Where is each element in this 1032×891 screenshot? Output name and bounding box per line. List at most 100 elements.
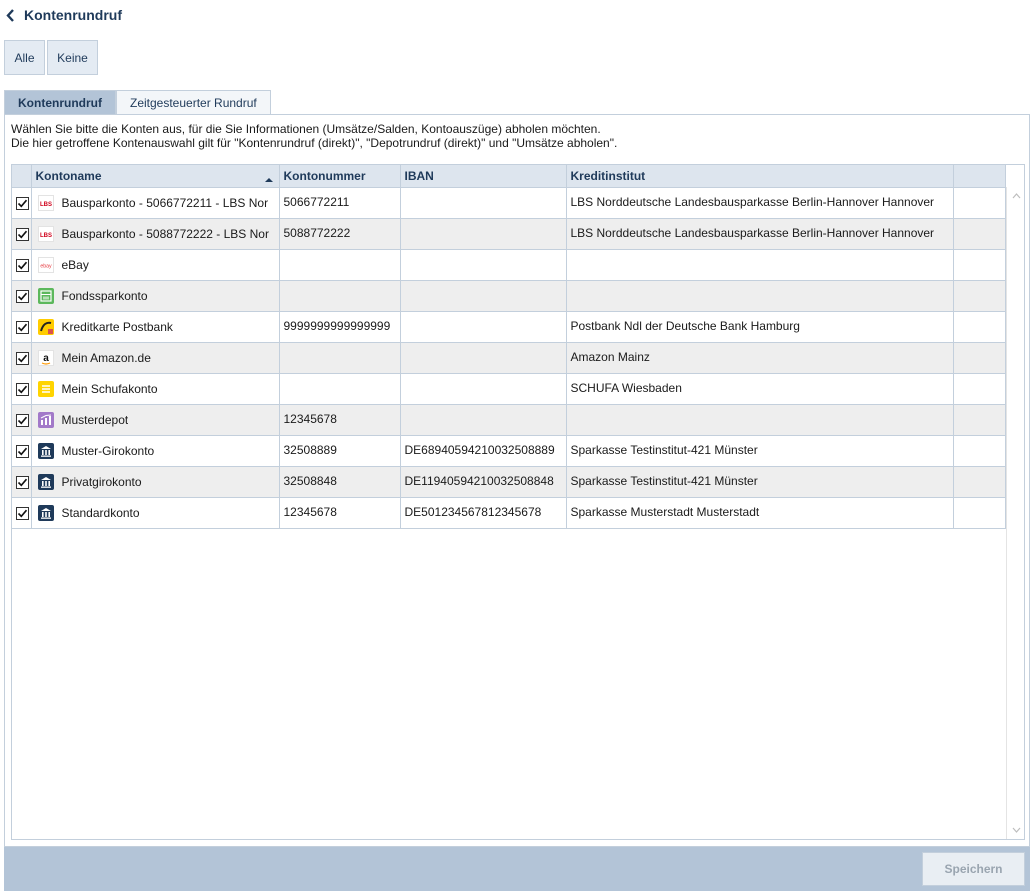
account-institute: LBS Norddeutsche Landesbausparkasse Berl… [566,218,954,250]
table-row[interactable]: Standardkonto 12345678 DE50123456781234567… [12,497,1006,529]
main-panel: Wählen Sie bitte die Konten aus, für die… [4,114,1030,847]
column-header-kreditinstitut[interactable]: Kreditinstitut [566,165,954,188]
filler-cell [953,373,1006,405]
filler-cell [953,404,1006,436]
svg-text:ebay: ebay [40,263,52,269]
table-row[interactable]: Fondssparkonto [12,280,1006,312]
account-iban [400,249,567,281]
account-iban [400,311,567,343]
svg-text:a: a [43,353,49,364]
table-row[interactable]: Kreditkarte Postbank 9999999999999999 Post… [12,311,1006,343]
table-row[interactable]: ebay eBay [12,249,1006,281]
account-checkbox[interactable] [16,196,29,210]
account-checkbox[interactable] [16,444,29,458]
table-row[interactable]: Musterdepot 12345678 [12,404,1006,436]
account-institute: Sparkasse Testinstitut-421 Münster [566,435,954,467]
account-name: Musterdepot [61,412,129,427]
table-row[interactable]: Mein Schufakonto SCHUFA Wiesbaden [12,373,1006,405]
row-checkbox-cell [12,497,32,529]
table-header-row: Kontoname Kontonummer IBAN Kreditinstitu… [12,165,1006,188]
lbs-icon: LBS [37,225,54,242]
filler-cell [953,249,1006,281]
filler-cell [953,435,1006,467]
account-name: Kreditkarte Postbank [61,319,173,334]
account-name-cell: ebay eBay [31,249,280,281]
column-header-kontonummer[interactable]: Kontonummer [279,165,401,188]
select-all-button[interactable]: Alle [4,40,45,75]
account-iban [400,187,567,219]
svg-text:LBS: LBS [40,233,52,239]
account-name: Privatgirokonto [61,474,142,489]
table-row[interactable]: LBS Bausparkonto - 5088772222 - LBS Nor 50… [12,218,1006,250]
account-name: eBay [61,257,89,272]
account-checkbox[interactable] [16,413,29,427]
account-number: 5088772222 [279,218,401,250]
account-institute [566,280,954,312]
tab-zeitgesteuerter-rundruf[interactable]: Zeitgesteuerter Rundruf [115,90,271,114]
depot-icon [37,411,54,428]
scroll-down-icon[interactable] [1011,825,1021,835]
table-row[interactable]: LBS Bausparkonto - 5066772211 - LBS Nor 50… [12,187,1006,219]
ebay-icon: ebay [37,256,54,273]
chevron-left-icon[interactable] [4,7,16,23]
bank-icon [37,442,54,459]
account-number: 5066772211 [279,187,401,219]
account-number: 12345678 [279,497,401,529]
scroll-up-icon[interactable] [1011,191,1021,201]
intro-line-2: Die hier getroffene Kontenauswahl gilt f… [11,136,618,150]
table-row[interactable]: a Mein Amazon.de Amazon Mainz [12,342,1006,374]
account-name: Bausparkonto - 5088772222 - LBS Nor [61,226,269,241]
account-checkbox[interactable] [16,351,29,365]
select-none-button[interactable]: Keine [47,40,98,75]
row-checkbox-cell [12,249,32,281]
save-button[interactable]: Speichern [922,852,1025,886]
account-institute: Sparkasse Testinstitut-421 Münster [566,466,954,498]
account-checkbox[interactable] [16,289,29,303]
intro-line-1: Wählen Sie bitte die Konten aus, für die… [11,122,601,136]
filler-cell [953,280,1006,312]
vertical-scrollbar[interactable] [1006,187,1024,839]
filler-cell [953,187,1006,219]
account-name-cell: LBS Bausparkonto - 5088772222 - LBS Nor [31,218,280,250]
account-checkbox[interactable] [16,320,29,334]
account-name: Fondssparkonto [61,288,148,303]
svg-text:LBS: LBS [40,202,52,208]
row-checkbox-cell [12,373,32,405]
account-name-cell: Privatgirokonto [31,466,280,498]
row-checkbox-cell [12,404,32,436]
column-header-filler [953,165,1006,188]
row-checkbox-cell [12,342,32,374]
account-number: 12345678 [279,404,401,436]
account-institute: Amazon Mainz [566,342,954,374]
account-iban [400,280,567,312]
account-name-cell: Standardkonto [31,497,280,529]
lbs-icon: LBS [37,194,54,211]
table-row[interactable]: Muster-Girokonto 32508889 DE68940594210032… [12,435,1006,467]
title-bar: Kontenrundruf [4,4,122,26]
account-name-cell: Muster-Girokonto [31,435,280,467]
tab-kontenrundruf[interactable]: Kontenrundruf [4,90,116,114]
column-header-checkbox [12,165,32,188]
intro-text: Wählen Sie bitte die Konten aus, für die… [11,122,617,150]
account-checkbox[interactable] [16,506,29,520]
account-name-cell: Musterdepot [31,404,280,436]
table-row[interactable]: Privatgirokonto 32508848 DE119405942100325… [12,466,1006,498]
account-checkbox[interactable] [16,382,29,396]
column-header-label: Kontoname [35,168,102,183]
account-iban [400,218,567,250]
account-institute: Postbank Ndl der Deutsche Bank Hamburg [566,311,954,343]
column-header-kontoname[interactable]: Kontoname [31,165,280,188]
account-name: Bausparkonto - 5066772211 - LBS Nor [61,195,269,210]
page-title: Kontenrundruf [24,7,122,23]
account-checkbox[interactable] [16,258,29,272]
account-iban: DE501234567812345678 [400,497,567,529]
column-header-iban[interactable]: IBAN [400,165,567,188]
account-institute: Sparkasse Musterstadt Musterstadt [566,497,954,529]
schufa-icon [37,380,54,397]
account-checkbox[interactable] [16,227,29,241]
account-name-cell: Fondssparkonto [31,280,280,312]
account-name: Muster-Girokonto [61,443,155,458]
account-name-cell: LBS Bausparkonto - 5066772211 - LBS Nor [31,187,280,219]
account-iban: DE11940594210032508848 [400,466,567,498]
account-checkbox[interactable] [16,475,29,489]
